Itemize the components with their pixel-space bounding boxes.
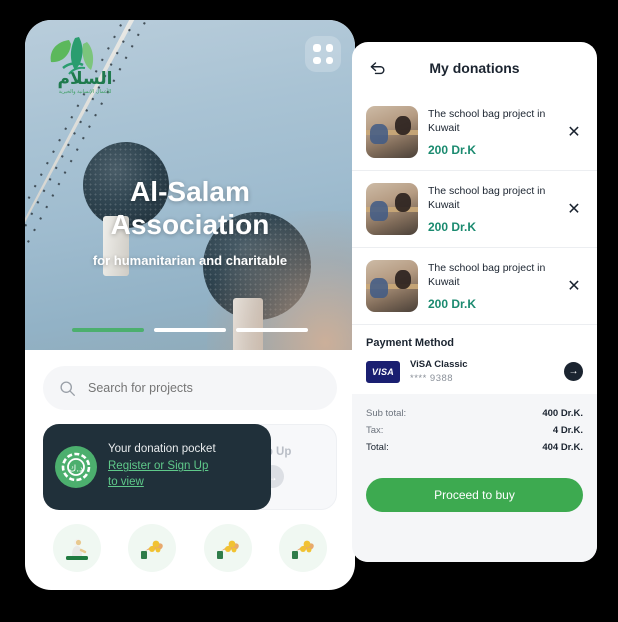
category-row [25, 510, 355, 572]
grid-menu-button[interactable] [305, 36, 341, 72]
visa-logo-icon: VISA [366, 360, 400, 383]
change-payment-arrow-icon[interactable]: → [564, 362, 583, 381]
grid-cell-icon [313, 56, 321, 64]
buy-button-area: Proceed to buy [352, 467, 597, 562]
search-section [25, 350, 355, 410]
donation-pocket-section: Top Up → د.ك Your donation pocket Regist… [43, 424, 337, 510]
donation-amount: 200 Dr.K [428, 297, 477, 312]
project-thumbnail [366, 183, 418, 235]
donation-name: The school bag project in Kuwait [428, 107, 546, 134]
category-hand-coins-2[interactable] [203, 524, 252, 572]
donation-row[interactable]: The school bag project in Kuwait 200 Dr.… [352, 248, 597, 325]
payment-card-info: ViSA Classic **** 9388 [410, 359, 554, 384]
category-hand-coins-1[interactable] [128, 524, 177, 572]
search-input[interactable] [88, 381, 321, 395]
carousel-dot-1[interactable] [72, 328, 144, 332]
hero-banner: السلام للأعمال الإنسانية والخيرية Al-Sal… [25, 20, 355, 350]
subtotal-label: Sub total: [366, 408, 407, 419]
page-title: My donations [429, 60, 520, 76]
remove-donation-icon[interactable]: ✕ [565, 277, 583, 295]
subtotal-row: Sub total: 400 Dr.K. [366, 405, 583, 422]
total-label: Total: [366, 442, 389, 453]
donation-name: The school bag project in Kuwait [428, 261, 546, 288]
order-totals: Sub total: 400 Dr.K. Tax: 4 Dr.K. Total:… [352, 394, 597, 467]
panel-header: My donations [352, 42, 597, 94]
mobile-home-panel: السلام للأعمال الإنسانية والخيرية Al-Sal… [25, 20, 355, 590]
carousel-dot-3[interactable] [236, 328, 308, 332]
hero-subtitle: for humanitarian and charitable [92, 253, 288, 269]
svg-text:د.ك: د.ك [69, 465, 83, 475]
pocket-register-link-line2[interactable]: to view [108, 475, 216, 491]
remove-donation-icon[interactable]: ✕ [565, 200, 583, 218]
donation-row[interactable]: The school bag project in Kuwait 200 Dr.… [352, 171, 597, 248]
hero-text-block: Al-Salam Association for humanitarian an… [25, 175, 355, 268]
payment-card-number: **** 9388 [410, 373, 454, 384]
grid-cell-icon [325, 56, 333, 64]
hand-coins-icon [141, 540, 164, 559]
payment-card-row[interactable]: VISA ViSA Classic **** 9388 → [366, 359, 583, 384]
praying-person-icon [65, 538, 88, 560]
svg-text:للأعمال الإنسانية والخيرية: للأعمال الإنسانية والخيرية [59, 88, 112, 95]
search-icon [60, 380, 75, 396]
payment-method-section: Payment Method VISA ViSA Classic **** 93… [352, 325, 597, 394]
search-box[interactable] [43, 366, 337, 410]
donation-amount: 200 Dr.K [428, 220, 477, 235]
hand-coins-icon [216, 540, 239, 559]
donation-info: The school bag project in Kuwait 200 Dr.… [428, 184, 555, 234]
donation-row[interactable]: The school bag project in Kuwait 200 Dr.… [352, 94, 597, 171]
grid-cell-icon [325, 44, 333, 52]
my-donations-panel: My donations The school bag project in K… [352, 42, 597, 562]
al-salam-logo: السلام للأعمال الإنسانية والخيرية [39, 32, 131, 102]
payment-method-title: Payment Method [366, 337, 455, 349]
pocket-title: Your donation pocket [108, 443, 216, 456]
donations-list: The school bag project in Kuwait 200 Dr.… [352, 94, 597, 325]
donation-info: The school bag project in Kuwait 200 Dr.… [428, 261, 555, 311]
donation-pocket-card[interactable]: د.ك Your donation pocket Register or Sig… [43, 424, 271, 510]
carousel-dot-2[interactable] [154, 328, 226, 332]
donation-name: The school bag project in Kuwait [428, 184, 546, 211]
mosque-pillar [233, 298, 263, 350]
remove-donation-icon[interactable]: ✕ [565, 123, 583, 141]
tax-value: 4 Dr.K. [552, 425, 583, 436]
svg-text:السلام: السلام [58, 69, 113, 89]
total-row: Total: 404 Dr.K. [366, 439, 583, 456]
pocket-text: Your donation pocket Register or Sign Up… [108, 443, 216, 490]
category-hand-coins-3[interactable] [279, 524, 328, 572]
proceed-to-buy-button[interactable]: Proceed to buy [366, 478, 583, 512]
carousel-indicators [25, 328, 355, 332]
hand-coins-icon [292, 540, 315, 559]
coin-icon: د.ك [55, 446, 97, 488]
hero-title-line1: Al-Salam [130, 176, 250, 207]
project-thumbnail [366, 106, 418, 158]
project-thumbnail [366, 260, 418, 312]
pocket-register-link[interactable]: Register or Sign Up [108, 459, 216, 475]
donation-info: The school bag project in Kuwait 200 Dr.… [428, 107, 555, 157]
subtotal-value: 400 Dr.K. [542, 408, 583, 419]
donation-amount: 200 Dr.K [428, 143, 477, 158]
total-value: 404 Dr.K. [542, 442, 583, 453]
tax-row: Tax: 4 Dr.K. [366, 422, 583, 439]
grid-cell-icon [313, 44, 321, 52]
hero-title-line2: Association [110, 209, 270, 241]
category-praying-person[interactable] [52, 524, 101, 572]
payment-card-name: ViSA Classic [410, 359, 468, 370]
tax-label: Tax: [366, 425, 384, 436]
